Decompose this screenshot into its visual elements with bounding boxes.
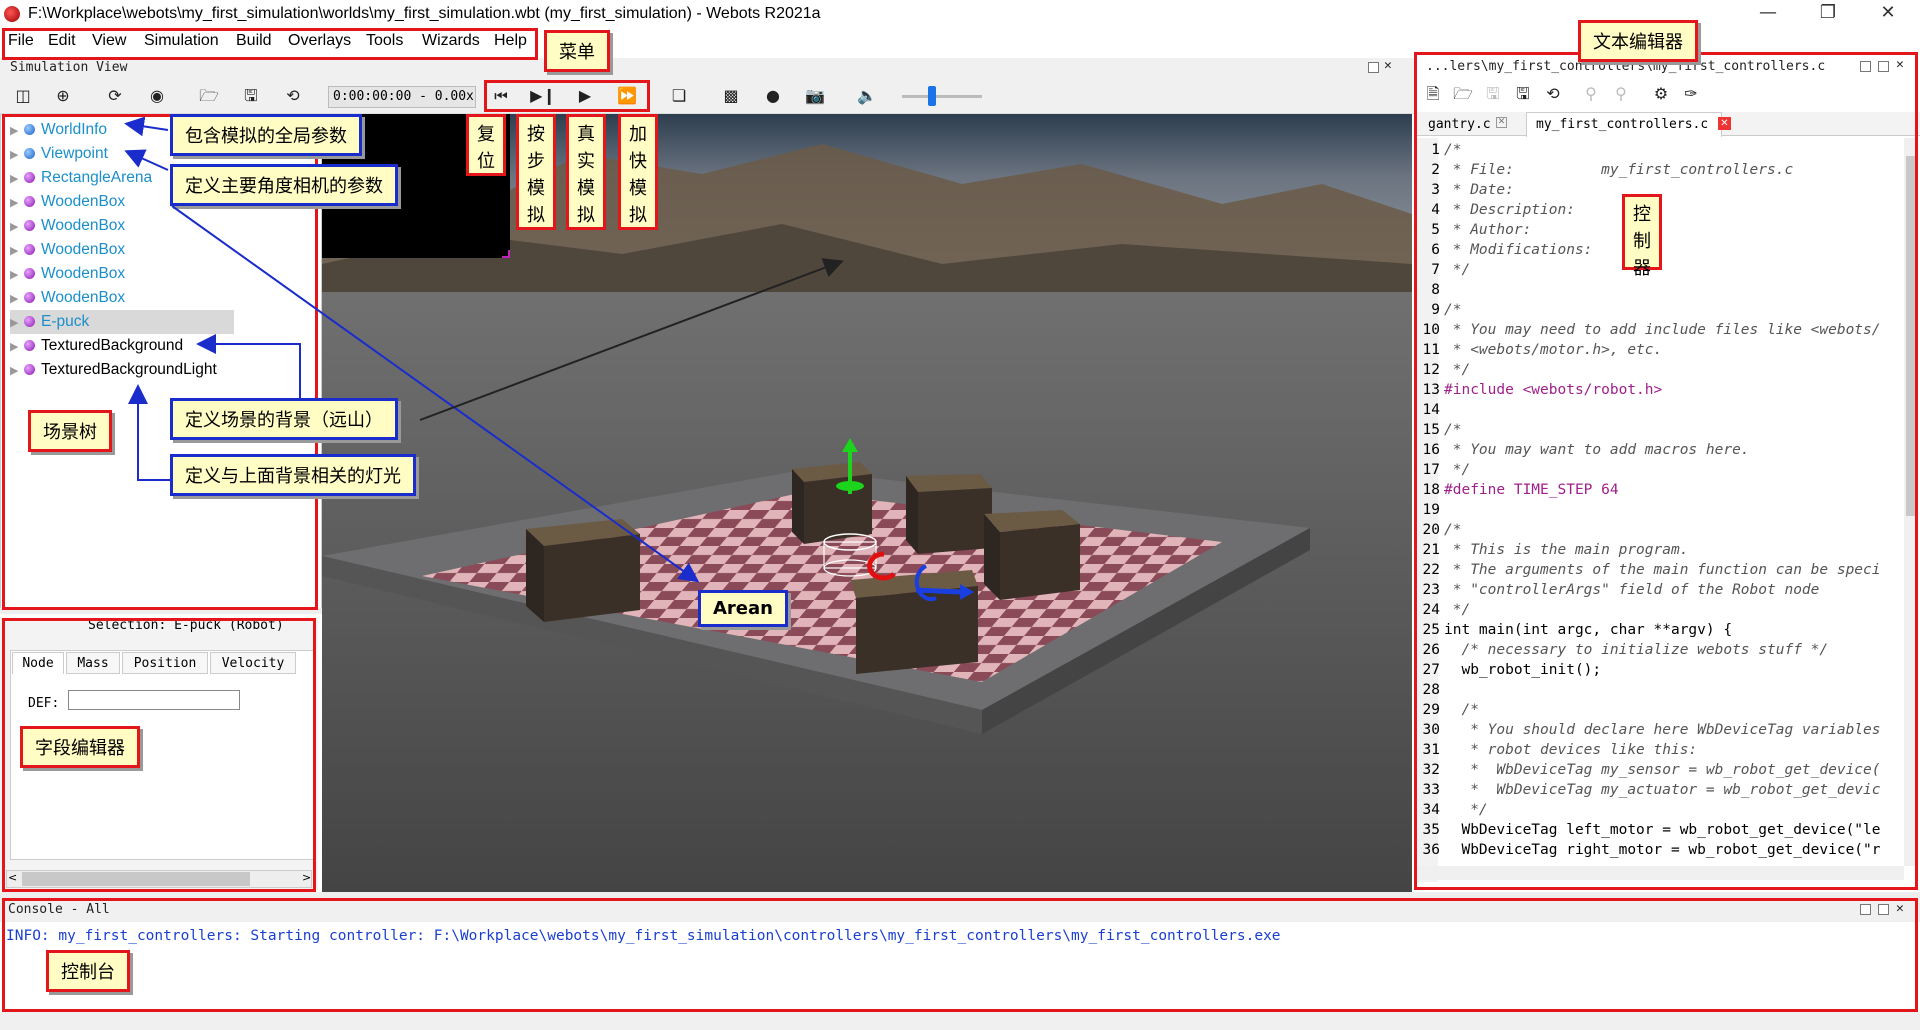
label-controller: 控制器 (1622, 194, 1662, 279)
label-scene-tree: 场景树 (28, 410, 112, 452)
save-world-icon[interactable]: 🖫 (238, 84, 264, 108)
label-background: 定义场景的背景（远山） (170, 398, 398, 440)
wooden-box-3 (906, 474, 992, 554)
volume-icon[interactable]: 🔈 (854, 84, 880, 108)
float-button[interactable] (1368, 62, 1379, 73)
minimize-button[interactable]: — (1748, 2, 1788, 28)
reload-world-icon[interactable]: ⟲ (280, 84, 306, 108)
toggle-scene-tree-icon[interactable]: ◫ (10, 84, 36, 108)
overlay-resize-handle[interactable] (502, 250, 510, 258)
label-menu: 菜单 (544, 30, 610, 72)
simulation-time-display: 0:00:00:00 - 0.00x (328, 86, 476, 108)
record-icon[interactable]: ● (760, 84, 786, 108)
wooden-box-2 (792, 462, 872, 544)
open-world-icon[interactable]: 🗁 (196, 84, 222, 108)
app-icon (4, 6, 20, 22)
annotation-box-console (2, 898, 1918, 1012)
simulation-view-header: Simulation View ✕ (0, 58, 1414, 78)
label-reset: 复位 (466, 114, 506, 176)
label-fast: 加快模拟 (618, 114, 658, 230)
label-field-editor: 字段编辑器 (20, 726, 140, 768)
window-title: F:\Workplace\webots\my_first_simulation\… (28, 5, 821, 22)
label-arena: Arean (698, 590, 788, 627)
simulation-view-title: Simulation View (10, 60, 128, 75)
label-step: 按步模拟 (516, 114, 556, 230)
status-bar (0, 1012, 1920, 1030)
close-button[interactable]: ✕ (1868, 2, 1908, 28)
volume-slider-handle[interactable] (928, 86, 936, 106)
close-panel-button[interactable]: ✕ (1384, 58, 1392, 73)
add-node-icon[interactable]: ⊕ (50, 84, 76, 108)
3d-viewport[interactable] (322, 114, 1412, 892)
wooden-box-1 (526, 519, 640, 622)
annotation-box-menu (2, 28, 538, 60)
camera-icon[interactable]: 📷 (802, 84, 828, 108)
annotation-box-editor (1414, 52, 1918, 890)
label-viewpoint: 定义主要角度相机的参数 (170, 164, 398, 206)
label-light: 定义与上面背景相关的灯光 (170, 454, 416, 496)
record-movie-icon[interactable]: ▩ (718, 84, 744, 108)
eye-icon[interactable]: ◉ (144, 84, 170, 108)
annotation-box-sim-controls (484, 80, 650, 112)
maximize-button[interactable]: ❐ (1808, 2, 1848, 28)
wooden-box-4 (984, 510, 1080, 600)
wooden-box-5 (850, 570, 978, 674)
label-realtime: 真实模拟 (566, 114, 606, 230)
label-text-editor: 文本编辑器 (1578, 20, 1698, 62)
view-3d-icon[interactable]: ❏ (666, 84, 692, 108)
label-worldinfo: 包含模拟的全局参数 (170, 114, 362, 156)
rotate-view-icon[interactable]: ⟳ (102, 84, 128, 108)
label-console: 控制台 (46, 950, 130, 992)
volume-slider-track[interactable] (902, 95, 982, 98)
